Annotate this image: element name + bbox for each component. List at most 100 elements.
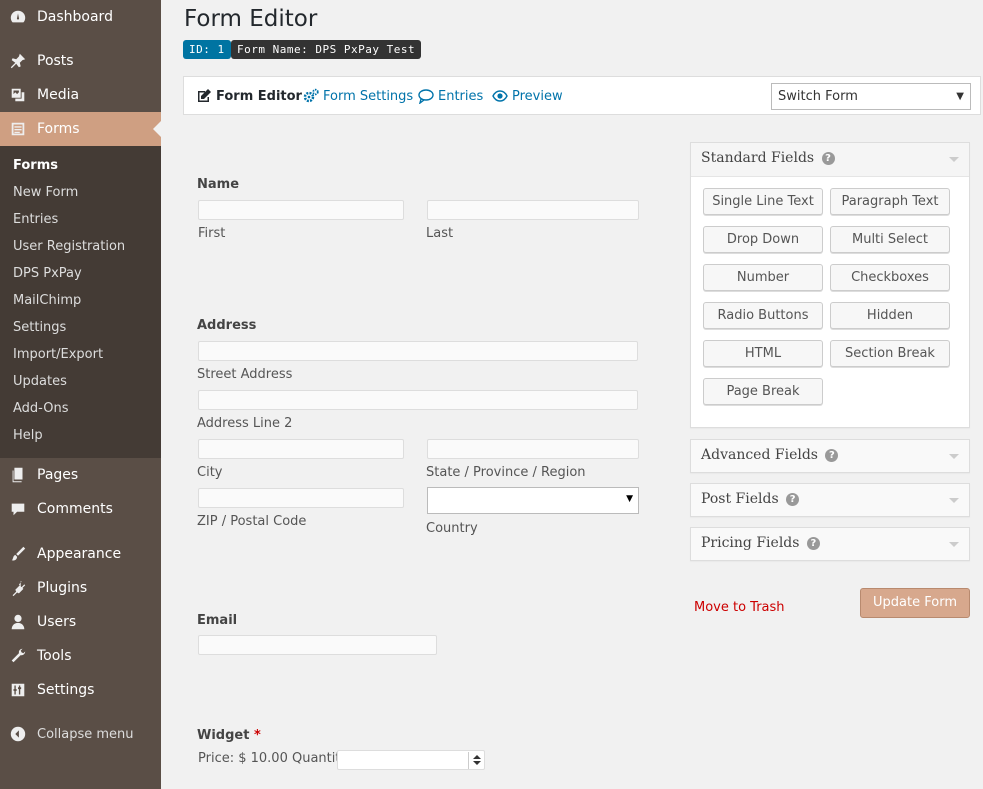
eye-icon bbox=[492, 90, 508, 102]
first-sublabel: First bbox=[198, 226, 226, 241]
wrench-icon bbox=[0, 647, 36, 665]
panel-title: Standard Fields bbox=[701, 150, 815, 166]
required-asterisk: * bbox=[253, 728, 261, 743]
submenu-import-export[interactable]: Import/Export bbox=[13, 347, 103, 362]
tab-form-editor[interactable]: Form Editor bbox=[196, 88, 302, 104]
state-input[interactable] bbox=[427, 439, 639, 459]
menu-pages[interactable]: Pages bbox=[0, 458, 161, 492]
collapse-arrow-icon bbox=[0, 725, 36, 743]
widget-field-label: Widget * bbox=[197, 728, 261, 743]
comment-icon bbox=[0, 500, 36, 518]
move-to-trash-link[interactable]: Move to Trash bbox=[694, 600, 785, 615]
help-icon[interactable]: ? bbox=[806, 537, 820, 550]
menu-label: Comments bbox=[37, 501, 113, 517]
name-field-label: Name bbox=[197, 177, 240, 192]
menu-forms[interactable]: Forms bbox=[0, 112, 161, 146]
zip-input[interactable] bbox=[198, 488, 404, 508]
panel-title: Advanced Fields bbox=[701, 447, 818, 463]
edit-icon bbox=[198, 89, 211, 102]
submenu-mailchimp[interactable]: MailChimp bbox=[13, 293, 81, 308]
quantity-stepper[interactable] bbox=[468, 752, 484, 769]
post-fields-panel: Post Fields ? bbox=[690, 483, 970, 517]
street-sublabel: Street Address bbox=[197, 367, 293, 382]
switch-form-select[interactable]: Switch Form ▼ bbox=[771, 83, 971, 110]
speech-bubble-icon bbox=[418, 89, 434, 104]
submenu-forms[interactable]: Forms bbox=[13, 158, 58, 173]
menu-media[interactable]: Media bbox=[0, 78, 161, 112]
submenu-updates[interactable]: Updates bbox=[13, 374, 67, 389]
tab-preview[interactable]: Preview bbox=[492, 88, 563, 104]
help-icon[interactable]: ? bbox=[786, 493, 800, 506]
email-field-label: Email bbox=[197, 613, 238, 628]
price-quantity-text: Price: $ 10.00 Quantity: bbox=[198, 751, 352, 766]
first-name-input[interactable] bbox=[198, 200, 404, 220]
menu-appearance[interactable]: Appearance bbox=[0, 537, 161, 571]
last-sublabel: Last bbox=[426, 226, 454, 241]
submenu-settings[interactable]: Settings bbox=[13, 320, 66, 335]
add-drop-down-button[interactable]: Drop Down bbox=[703, 226, 823, 253]
submenu-new-form[interactable]: New Form bbox=[13, 185, 78, 200]
user-icon bbox=[0, 613, 36, 631]
menu-plugins[interactable]: Plugins bbox=[0, 571, 161, 605]
zip-sublabel: ZIP / Postal Code bbox=[197, 514, 307, 529]
dashboard-icon bbox=[0, 8, 36, 26]
add-html-button[interactable]: HTML bbox=[703, 340, 823, 367]
widget-label-text: Widget bbox=[197, 728, 250, 743]
form-name-badge: Form Name: DPS PxPay Test bbox=[231, 40, 422, 59]
standard-fields-panel: Standard Fields ? Single Line Text Parag… bbox=[690, 142, 970, 428]
add-hidden-button[interactable]: Hidden bbox=[830, 302, 950, 329]
help-icon[interactable]: ? bbox=[821, 152, 835, 165]
menu-label: Posts bbox=[37, 53, 74, 69]
submenu-add-ons[interactable]: Add-Ons bbox=[13, 401, 68, 416]
add-checkboxes-button[interactable]: Checkboxes bbox=[830, 264, 950, 291]
country-select[interactable]: ▼ bbox=[427, 487, 639, 514]
tab-entries[interactable]: Entries bbox=[418, 88, 483, 104]
city-input[interactable] bbox=[198, 439, 404, 459]
email-input[interactable] bbox=[198, 635, 437, 655]
submenu-user-registration[interactable]: User Registration bbox=[13, 239, 125, 254]
pricing-fields-header[interactable]: Pricing Fields ? bbox=[691, 528, 969, 560]
country-sublabel: Country bbox=[426, 521, 478, 536]
advanced-fields-header[interactable]: Advanced Fields ? bbox=[691, 440, 969, 472]
submenu-dps-pxpay[interactable]: DPS PxPay bbox=[13, 266, 82, 281]
menu-posts[interactable]: Posts bbox=[0, 44, 161, 78]
media-icon bbox=[0, 86, 36, 104]
street-address-input[interactable] bbox=[198, 341, 638, 361]
menu-users[interactable]: Users bbox=[0, 605, 161, 639]
collapse-label: Collapse menu bbox=[37, 726, 134, 742]
tab-label: Form Editor bbox=[216, 88, 302, 104]
switch-form-value: Switch Form bbox=[778, 89, 858, 104]
standard-fields-header[interactable]: Standard Fields ? bbox=[691, 143, 969, 175]
post-fields-header[interactable]: Post Fields ? bbox=[691, 484, 969, 516]
last-name-input[interactable] bbox=[427, 200, 639, 220]
quantity-input[interactable] bbox=[337, 750, 485, 770]
gears-icon bbox=[303, 88, 319, 103]
add-multi-select-button[interactable]: Multi Select bbox=[830, 226, 950, 253]
add-single-line-text-button[interactable]: Single Line Text bbox=[703, 188, 823, 215]
collapse-menu[interactable]: Collapse menu bbox=[0, 717, 161, 751]
menu-comments[interactable]: Comments bbox=[0, 492, 161, 526]
tab-label: Form Settings bbox=[323, 88, 414, 104]
address-field-label: Address bbox=[197, 318, 257, 333]
menu-tools[interactable]: Tools bbox=[0, 639, 161, 673]
help-icon[interactable]: ? bbox=[825, 449, 839, 462]
plug-icon bbox=[0, 579, 36, 597]
add-paragraph-text-button[interactable]: Paragraph Text bbox=[830, 188, 950, 215]
submenu-entries[interactable]: Entries bbox=[13, 212, 58, 227]
add-page-break-button[interactable]: Page Break bbox=[703, 378, 823, 405]
add-number-button[interactable]: Number bbox=[703, 264, 823, 291]
panel-title: Post Fields bbox=[701, 491, 779, 507]
add-section-break-button[interactable]: Section Break bbox=[830, 340, 950, 367]
sliders-icon bbox=[0, 681, 36, 699]
caret-down-icon bbox=[949, 498, 959, 508]
update-form-button[interactable]: Update Form bbox=[860, 588, 970, 618]
advanced-fields-panel: Advanced Fields ? bbox=[690, 439, 970, 473]
menu-dashboard[interactable]: Dashboard bbox=[0, 0, 161, 34]
forms-submenu: Forms New Form Entries User Registration… bbox=[0, 146, 161, 458]
address-line2-input[interactable] bbox=[198, 390, 638, 410]
submenu-help[interactable]: Help bbox=[13, 428, 43, 443]
menu-settings[interactable]: Settings bbox=[0, 673, 161, 707]
add-radio-buttons-button[interactable]: Radio Buttons bbox=[703, 302, 823, 329]
tab-form-settings[interactable]: Form Settings bbox=[303, 88, 413, 104]
menu-label: Users bbox=[37, 614, 77, 630]
